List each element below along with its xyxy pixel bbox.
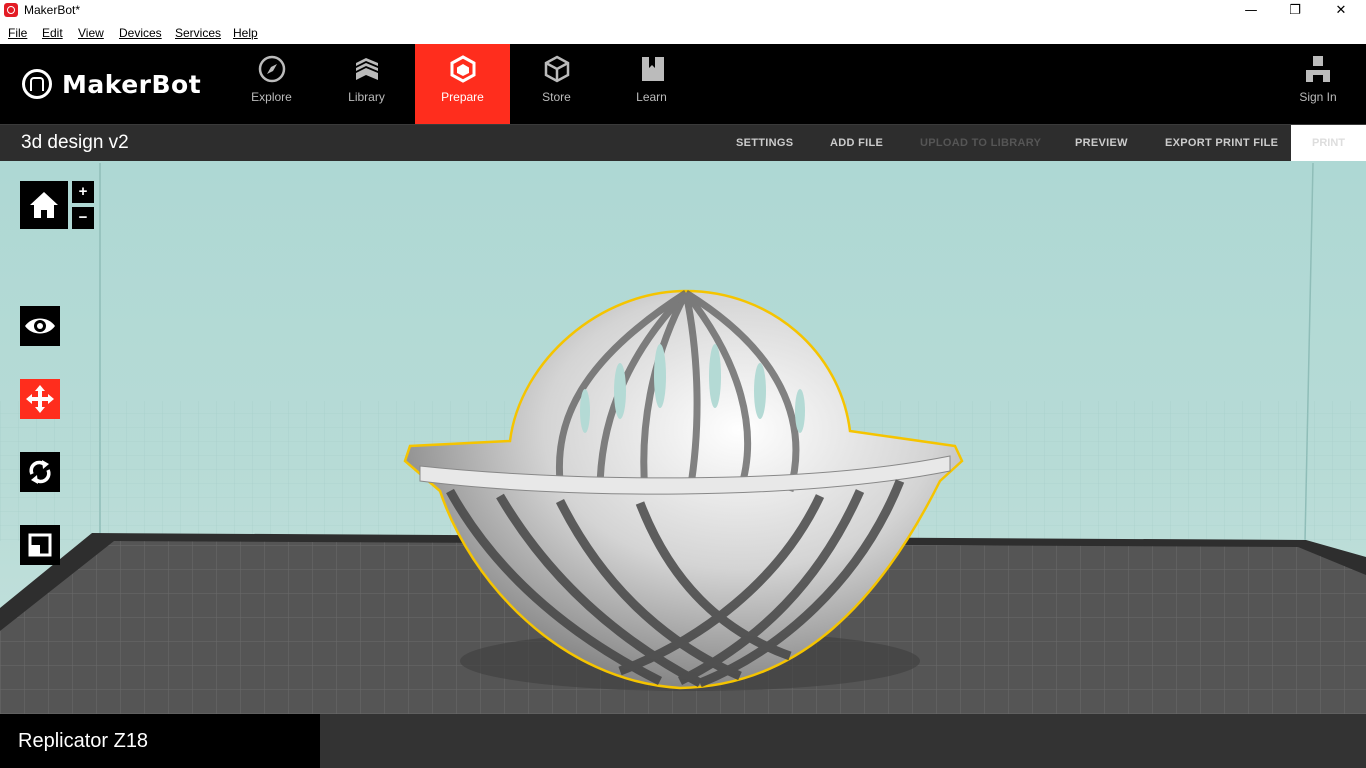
brand-name: MakerBot xyxy=(62,69,202,99)
book-icon xyxy=(642,57,664,81)
build-scene xyxy=(0,162,1366,714)
eye-icon xyxy=(25,318,55,334)
tab-learn[interactable]: Learn xyxy=(604,44,699,124)
home-icon xyxy=(30,192,58,218)
minimize-button[interactable]: — xyxy=(1228,0,1274,22)
sign-in-button[interactable]: Sign In xyxy=(1290,44,1346,124)
window-title-bar: MakerBot* — ❐ ✕ xyxy=(0,0,1366,22)
print-label: PRINT xyxy=(1312,137,1345,149)
menu-file[interactable]: File xyxy=(8,26,27,40)
scale-tool-button[interactable] xyxy=(20,525,60,565)
preview-button[interactable]: PREVIEW xyxy=(1075,137,1128,149)
menu-services[interactable]: Services xyxy=(175,26,221,40)
menu-edit[interactable]: Edit xyxy=(42,26,63,40)
box-icon xyxy=(544,55,570,83)
makerbot-app-icon xyxy=(4,3,18,17)
home-view-button[interactable] xyxy=(20,181,68,229)
compass-icon xyxy=(258,55,286,83)
tab-label: Library xyxy=(348,90,385,104)
upload-to-library-button[interactable]: UPLOAD TO LIBRARY xyxy=(920,137,1041,149)
menu-view[interactable]: View xyxy=(78,26,104,40)
user-icon xyxy=(1306,56,1330,82)
tab-label: Explore xyxy=(251,90,292,104)
print-button[interactable]: PRINT xyxy=(1291,125,1366,161)
tab-explore[interactable]: Explore xyxy=(224,44,319,124)
tab-label: Learn xyxy=(636,90,667,104)
move-tool-button[interactable] xyxy=(20,379,60,419)
scale-icon xyxy=(28,533,52,557)
makerbot-logo-icon xyxy=(22,69,52,99)
top-navigation: MakerBot Explore Library Prepare Store L… xyxy=(0,44,1366,124)
rotate-tool-button[interactable] xyxy=(20,452,60,492)
window-title: MakerBot* xyxy=(24,3,81,17)
printer-selector[interactable]: Replicator Z18 xyxy=(0,714,320,768)
project-toolbar: 3d design v2 SETTINGS ADD FILE UPLOAD TO… xyxy=(0,124,1366,161)
move-arrows-icon xyxy=(26,385,54,413)
zoom-in-button[interactable]: + xyxy=(72,181,94,203)
tab-label: Prepare xyxy=(441,90,484,104)
rotate-icon xyxy=(29,460,51,484)
close-button[interactable]: ✕ xyxy=(1318,0,1364,22)
makerbot-logo: MakerBot xyxy=(22,68,201,100)
export-print-file-button[interactable]: EXPORT PRINT FILE xyxy=(1165,137,1278,149)
tab-label: Store xyxy=(542,90,571,104)
sign-in-label: Sign In xyxy=(1299,90,1337,104)
menu-bar: File Edit View Devices Services Help xyxy=(0,22,1366,44)
3d-viewport[interactable]: + − xyxy=(0,161,1366,714)
view-tool-button[interactable] xyxy=(20,306,60,346)
add-file-button[interactable]: ADD FILE xyxy=(830,137,883,149)
tab-library[interactable]: Library xyxy=(319,44,414,124)
menu-devices[interactable]: Devices xyxy=(119,26,162,40)
printer-name: Replicator Z18 xyxy=(18,730,149,752)
project-title: 3d design v2 xyxy=(21,132,129,153)
maximize-button[interactable]: ❐ xyxy=(1272,0,1318,22)
tab-prepare[interactable]: Prepare xyxy=(415,44,510,124)
prepare-cube-icon xyxy=(450,55,476,83)
status-bar: Replicator Z18 xyxy=(0,714,1366,768)
tab-store[interactable]: Store xyxy=(509,44,604,124)
settings-button[interactable]: SETTINGS xyxy=(736,137,793,149)
menu-help[interactable]: Help xyxy=(233,26,258,40)
zoom-out-button[interactable]: − xyxy=(72,207,94,229)
stack-icon xyxy=(356,58,378,80)
